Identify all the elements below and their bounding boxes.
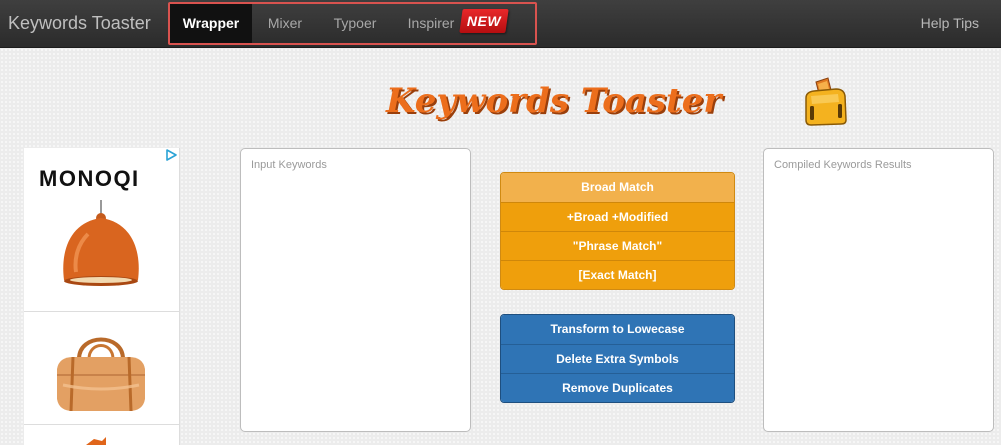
tab-inspirer[interactable]: Inspirer: [398, 4, 464, 43]
ad-panel[interactable]: MONOQI: [24, 148, 180, 445]
brand-link[interactable]: Keywords Toaster: [8, 12, 151, 34]
help-tips-link[interactable]: Help Tips: [921, 12, 979, 34]
transform-buttons: Transform to Lowecase Delete Extra Symbo…: [500, 314, 735, 403]
tab-mixer[interactable]: Mixer: [257, 4, 313, 43]
bag-product-image[interactable]: [51, 325, 151, 421]
lowercase-button[interactable]: Transform to Lowecase: [501, 315, 734, 344]
delete-symbols-button[interactable]: Delete Extra Symbols: [501, 344, 734, 373]
product-image-partial[interactable]: [86, 435, 106, 445]
match-type-buttons: Broad Match +Broad +Modified "Phrase Mat…: [500, 172, 735, 290]
new-badge-label: NEW: [466, 13, 502, 29]
top-navbar: Keywords Toaster Wrapper Mixer Typoer In…: [0, 0, 1001, 48]
exact-match-button[interactable]: [Exact Match]: [501, 260, 734, 289]
tab-wrapper[interactable]: Wrapper: [170, 4, 252, 43]
remove-duplicates-button[interactable]: Remove Duplicates: [501, 373, 734, 402]
results-field[interactable]: [774, 159, 983, 421]
new-badge: NEW: [459, 9, 509, 33]
toaster-icon: [805, 77, 847, 126]
input-keywords-panel: [240, 148, 471, 432]
adchoices-icon[interactable]: [165, 149, 177, 161]
input-keywords-field[interactable]: [251, 159, 460, 421]
broad-modified-button[interactable]: +Broad +Modified: [501, 202, 734, 231]
results-panel: [763, 148, 994, 432]
ad-divider: [24, 424, 179, 425]
lamp-product-image[interactable]: [58, 200, 144, 296]
tab-typoer[interactable]: Typoer: [322, 4, 388, 43]
ad-brand-logo[interactable]: MONOQI: [39, 166, 140, 192]
broad-match-button[interactable]: Broad Match: [501, 173, 734, 202]
ad-divider: [24, 311, 179, 312]
phrase-match-button[interactable]: "Phrase Match": [501, 231, 734, 260]
logo-title: Keywords Toaster: [386, 81, 722, 121]
